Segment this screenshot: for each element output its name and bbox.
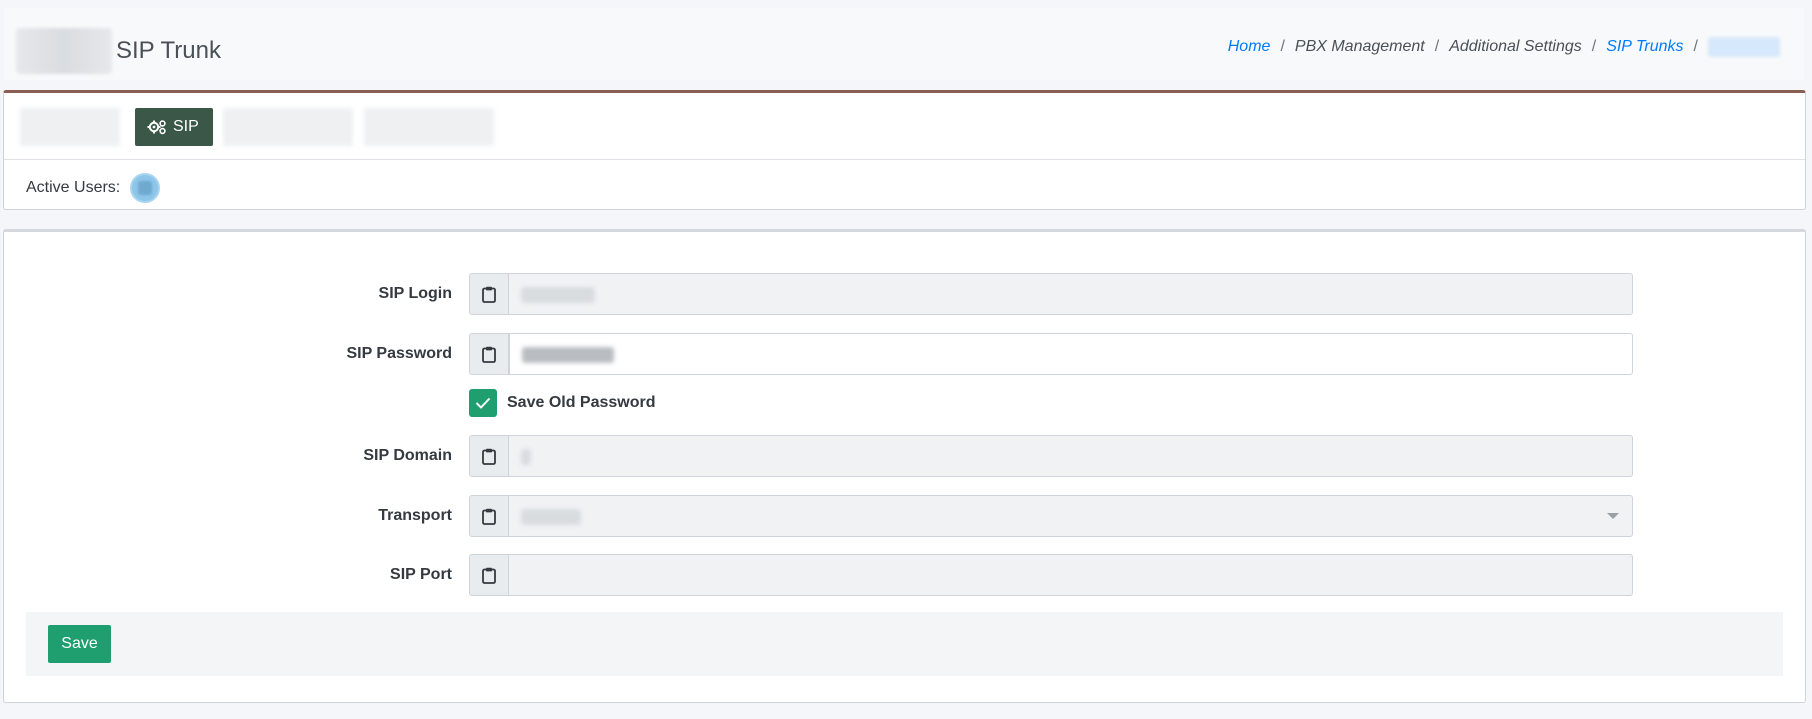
sip-domain-value-redacted	[521, 449, 531, 465]
content-header: SIP Trunk Home / PBX Management / Additi…	[4, 8, 1804, 80]
sip-domain-input[interactable]	[509, 435, 1633, 477]
sip-password-group	[469, 333, 1633, 375]
clipboard-icon[interactable]	[469, 333, 509, 375]
clipboard-icon[interactable]	[469, 273, 509, 315]
sip-domain-label: SIP Domain	[363, 447, 452, 464]
transport-select[interactable]	[509, 495, 1633, 537]
sip-login-value-redacted	[521, 287, 595, 303]
title-wrap: SIP Trunk	[16, 28, 221, 74]
tab-sip-label: SIP	[173, 118, 199, 135]
chevron-down-icon	[1607, 513, 1619, 519]
breadcrumb-additional-settings: Additional Settings	[1449, 38, 1582, 55]
sip-password-label: SIP Password	[346, 345, 452, 362]
form-row-sip-domain: SIP Domain	[4, 435, 1805, 477]
clipboard-icon[interactable]	[469, 435, 509, 477]
sip-login-input[interactable]	[509, 273, 1633, 315]
save-old-password-label: Save Old Password	[507, 394, 656, 411]
transport-label: Transport	[378, 507, 452, 524]
sip-port-input[interactable]	[509, 554, 1633, 596]
breadcrumb: Home / PBX Management / Additional Setti…	[1228, 37, 1780, 57]
form-card: SIP Login SIP Password Save Old Password…	[3, 229, 1806, 703]
active-users: Active Users:	[26, 173, 161, 203]
avatar[interactable]	[130, 173, 161, 203]
form-row-transport: Transport	[4, 495, 1805, 537]
page: SIP Trunk Home / PBX Management / Additi…	[0, 0, 1812, 719]
save-old-password-checkbox[interactable]	[469, 389, 497, 417]
tab-redacted-3[interactable]	[364, 108, 494, 146]
clipboard-icon[interactable]	[469, 495, 509, 537]
sip-domain-group	[469, 435, 1633, 477]
breadcrumb-current-redacted	[1708, 37, 1780, 57]
redacted-title-prefix	[16, 28, 112, 74]
tab-redacted-2[interactable]	[223, 108, 353, 146]
tabs-card: SIP Active Users:	[3, 90, 1806, 210]
tab-sip[interactable]: SIP	[135, 108, 213, 146]
clipboard-icon[interactable]	[469, 554, 509, 596]
sip-password-value-redacted	[522, 347, 614, 363]
page-title: SIP Trunk	[116, 37, 221, 64]
avatar-redacted	[138, 181, 153, 195]
transport-value-redacted	[521, 509, 581, 525]
sip-login-group	[469, 273, 1633, 315]
form-footer: Save	[26, 612, 1783, 676]
breadcrumb-separator: /	[1693, 38, 1698, 55]
check-icon	[475, 397, 491, 409]
gears-icon	[147, 120, 166, 135]
transport-group	[469, 495, 1633, 537]
transport-select-box[interactable]	[509, 495, 1633, 537]
tab-redacted-1[interactable]	[20, 108, 120, 146]
save-button[interactable]: Save	[48, 625, 111, 663]
sip-login-label: SIP Login	[378, 285, 452, 302]
breadcrumb-pbx-management: PBX Management	[1294, 38, 1425, 55]
breadcrumb-separator: /	[1591, 38, 1597, 55]
form-row-sip-port: SIP Port	[4, 554, 1805, 596]
sip-port-label: SIP Port	[390, 566, 452, 583]
save-old-password-row: Save Old Password	[469, 389, 656, 417]
breadcrumb-separator: /	[1434, 38, 1440, 55]
form-row-sip-password: SIP Password	[4, 333, 1805, 375]
active-users-label: Active Users:	[26, 179, 121, 196]
breadcrumb-sip-trunks[interactable]: SIP Trunks	[1606, 38, 1683, 56]
breadcrumb-home[interactable]: Home	[1228, 38, 1271, 56]
sip-port-group	[469, 554, 1633, 596]
form-row-sip-login: SIP Login	[4, 273, 1805, 315]
sip-password-input[interactable]	[509, 333, 1633, 375]
breadcrumb-separator: /	[1280, 38, 1285, 55]
tabs-row: SIP	[4, 93, 1805, 160]
